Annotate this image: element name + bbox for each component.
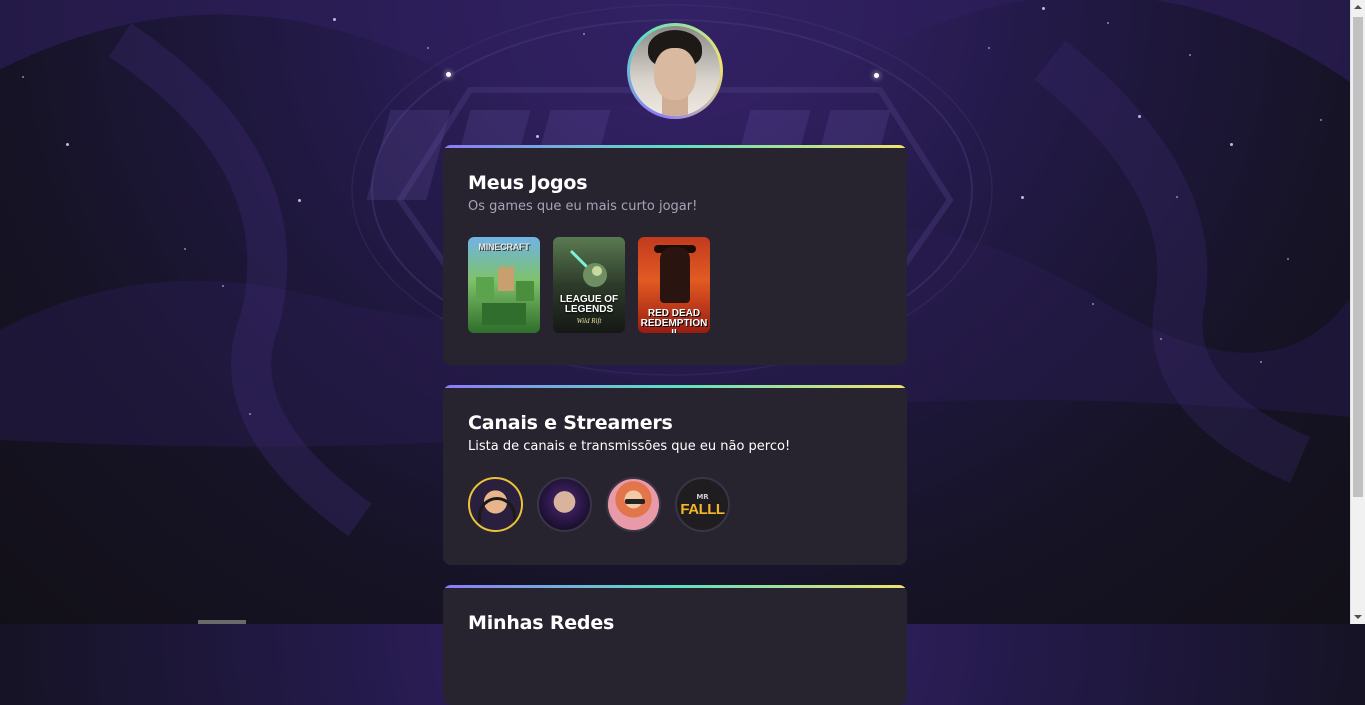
game-wild-rift[interactable]: LEAGUE OF LEGENDS Wild Rift [553,237,625,333]
streamer-1-avatar[interactable] [468,477,523,532]
profile-avatar[interactable] [627,23,723,119]
game-minecraft[interactable]: MINECRAFT [468,237,540,333]
mr-falll-avatar[interactable]: MR FALLL [675,477,730,532]
scroll-down-arrow-icon[interactable] [1354,615,1362,619]
streamer-2-avatar[interactable] [537,477,592,532]
game-wild-rift-label: LEAGUE OF LEGENDS [559,294,619,315]
social-card: Minhas Redes [443,585,907,705]
vertical-scrollbar[interactable] [1350,0,1365,624]
game-minecraft-label: MINECRAFT [478,242,530,252]
games-subtitle: Os games que eu mais curto jogar! [468,199,698,214]
game-wild-rift-sublabel: Wild Rift [576,317,602,325]
taskbar-indicator [198,620,246,624]
wild-rift-art-icon [569,249,607,287]
streamers-card: Canais e Streamers Lista de canais e tra… [443,385,907,565]
game-rdr2[interactable]: RED DEAD REDEMPTION II [638,237,710,333]
mr-falll-logo-top: MR [696,493,709,501]
games-card: Meus Jogos Os games que eu mais curto jo… [443,145,907,365]
streamers-list: MR FALLL [468,477,730,532]
games-title: Meus Jogos [468,172,588,194]
games-list: MINECRAFT LEAGUE OF LEGENDS Wild Rift RE… [468,237,710,333]
streamers-subtitle: Lista de canais e transmissões que eu nã… [468,439,791,454]
streamers-title: Canais e Streamers [468,412,673,434]
mr-falll-logo-main: FALLL [680,501,725,518]
social-title: Minhas Redes [468,612,615,634]
game-rdr2-label: RED DEAD REDEMPTION II [640,308,708,334]
streamer-3-avatar[interactable] [606,477,661,532]
scrollbar-thumb[interactable] [1353,17,1363,497]
scroll-up-arrow-icon[interactable] [1354,5,1362,9]
profile-photo [630,26,720,116]
